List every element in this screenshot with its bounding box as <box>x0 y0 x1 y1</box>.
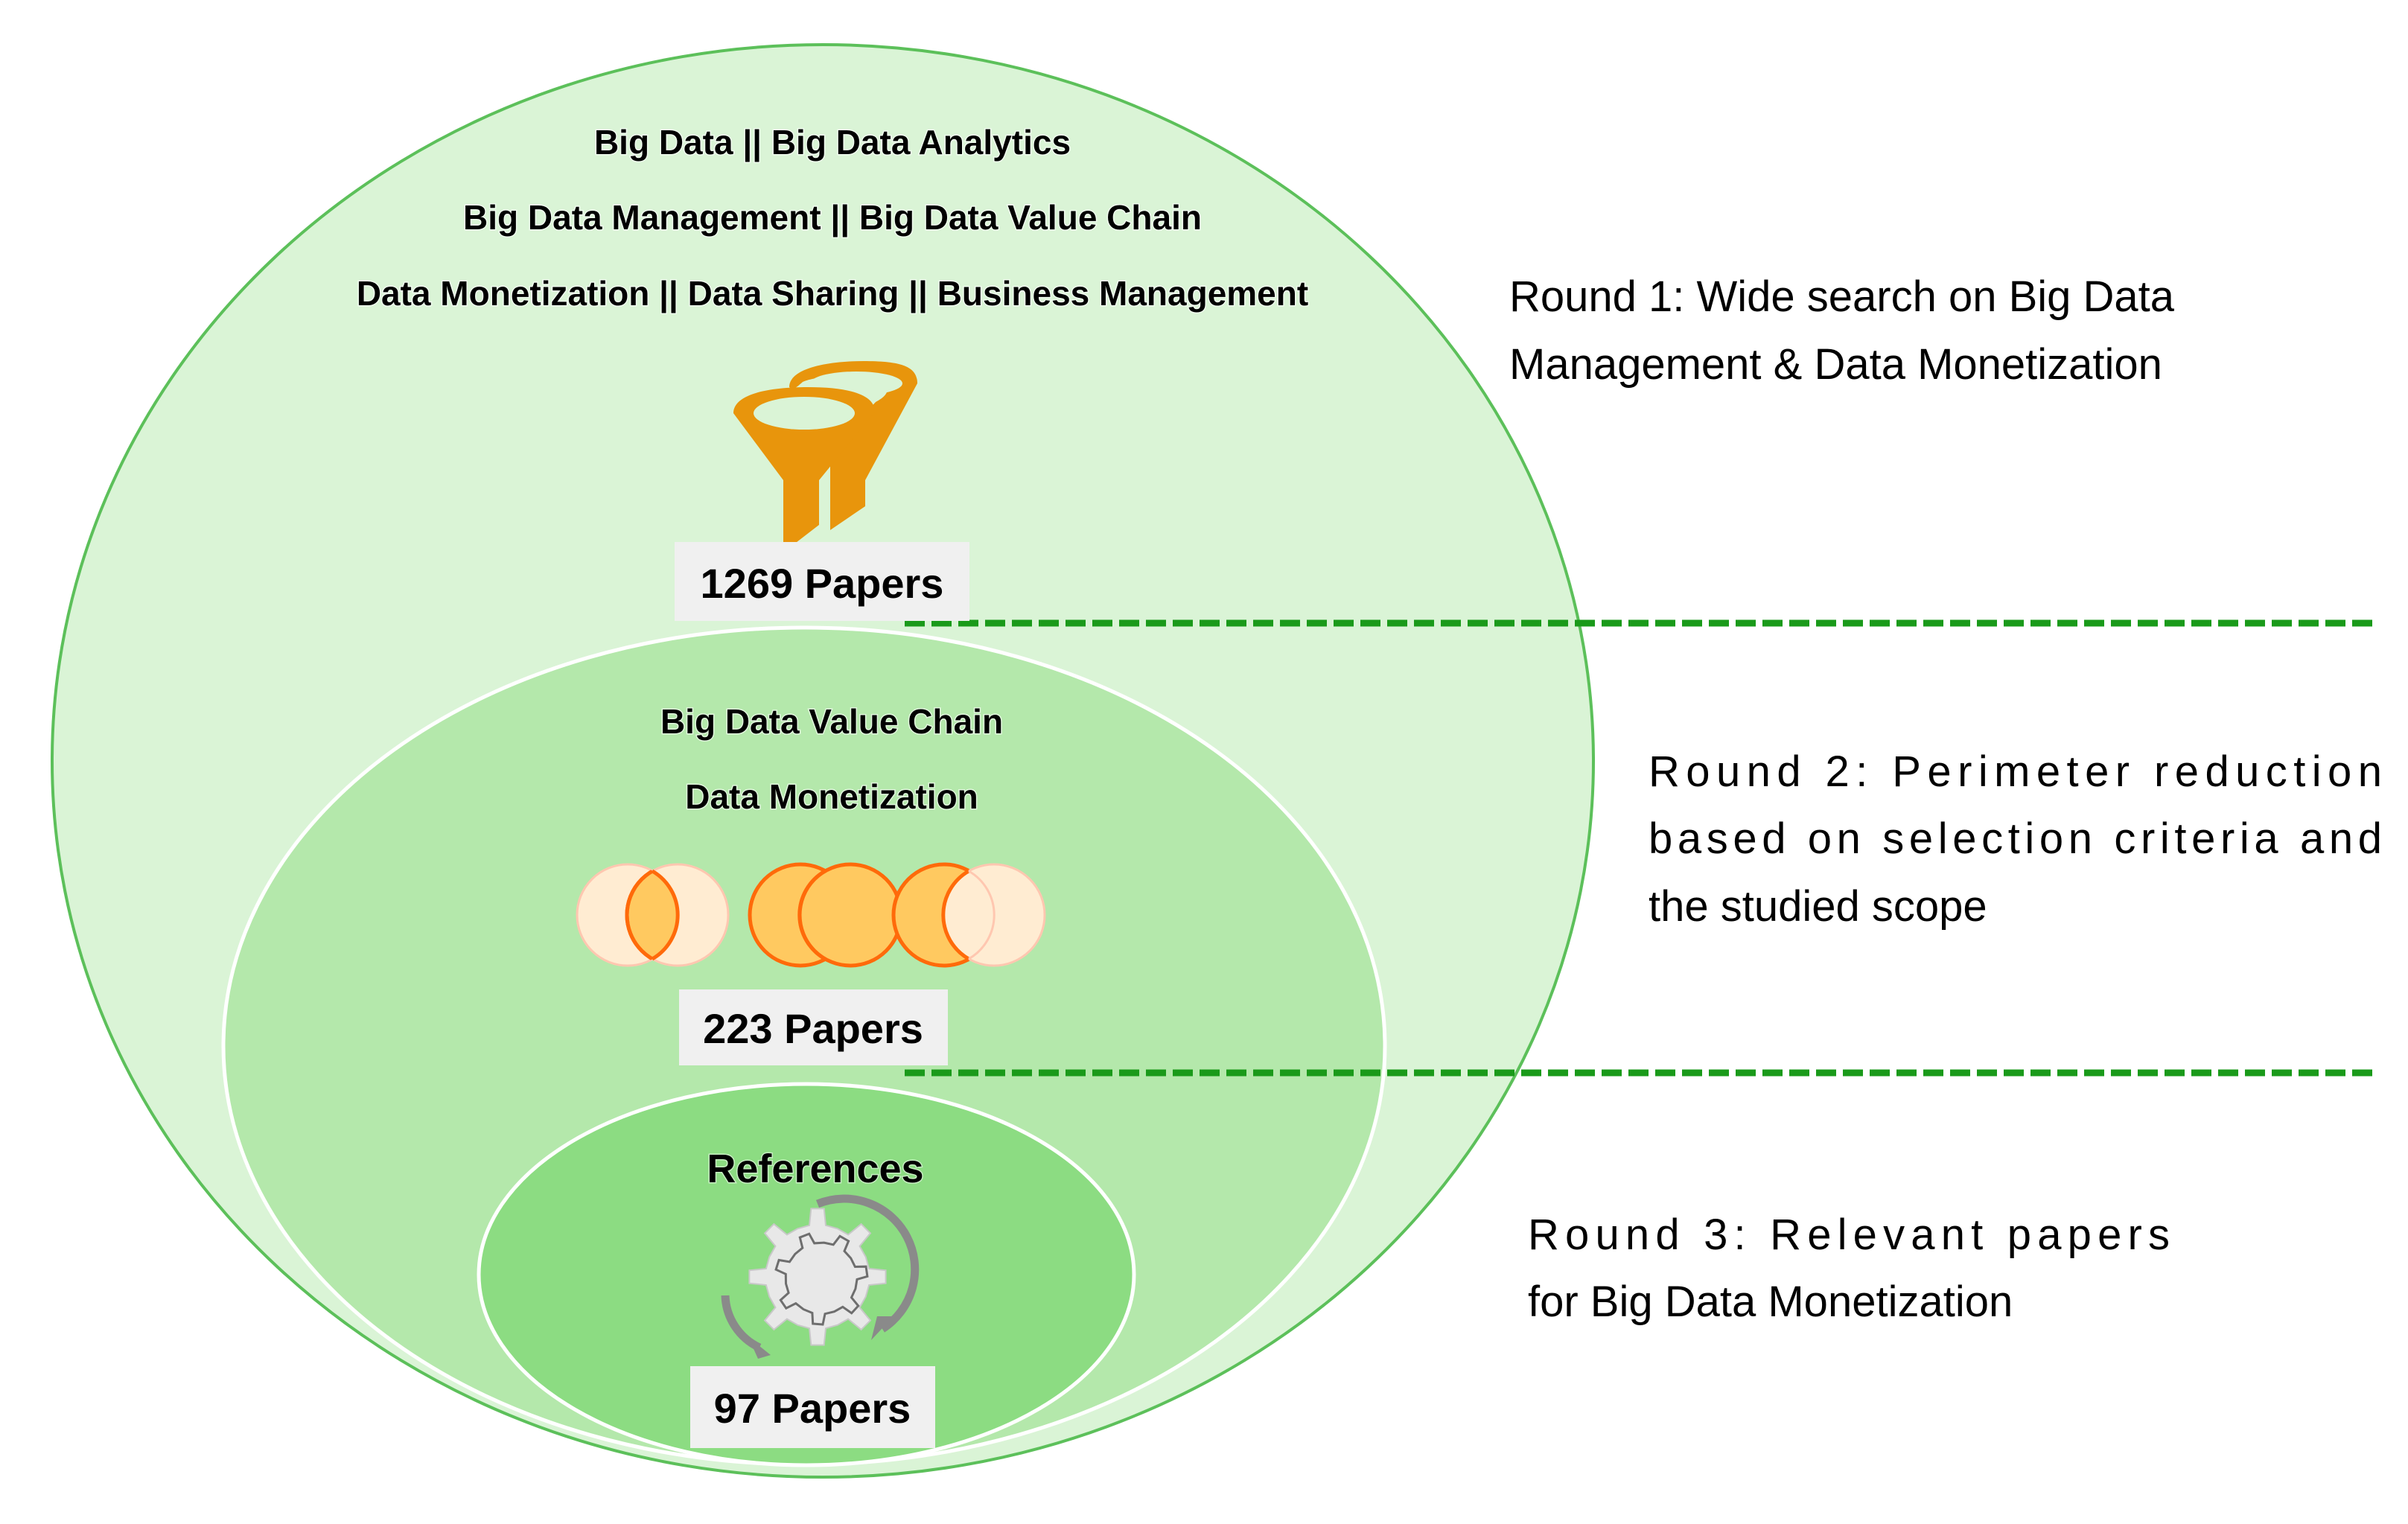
round3-count-label: 97 Papers <box>714 1385 911 1432</box>
round3-description: Round 3: Relevant papers for Big Data Mo… <box>1528 1211 2170 1326</box>
selection-diagram: Big Data || Big Data Analytics Big Data … <box>51 43 2382 1479</box>
round1-description: Round 1: Wide search on Big Data Managem… <box>1509 272 2175 389</box>
venn-intersection-icon <box>576 863 730 967</box>
round3-heading: References <box>707 1147 923 1191</box>
round1-keywords-line-2: Big Data Management || Big Data Value Ch… <box>463 198 1202 237</box>
round1-description-line-1: Round 1: Wide search on Big Data <box>1509 272 2175 321</box>
round2-count-badge: 223 Papers <box>679 989 948 1065</box>
round2-description-line-2: based on selection criteria and <box>1649 814 2382 863</box>
round3-description-line-2: for Big Data Monetization <box>1528 1278 2013 1326</box>
venn-union-icon <box>748 862 903 968</box>
gear-icon <box>748 1208 887 1346</box>
round1-description-line-2: Management & Data Monetization <box>1509 340 2162 389</box>
round1-keywords-line-3: Data Monetization || Data Sharing || Bus… <box>357 274 1308 313</box>
round2-description: Round 2: Perimeter reduction based on se… <box>1649 747 2382 931</box>
round2-keywords-line-2: Data Monetization <box>685 777 978 816</box>
round2-count-label: 223 Papers <box>703 1005 923 1052</box>
round2-description-line-1: Round 2: Perimeter reduction <box>1649 747 2382 796</box>
venn-difference-icon <box>891 862 1046 968</box>
round3-description-line-1: Round 3: Relevant papers <box>1528 1211 2170 1259</box>
round1-keywords-line-1: Big Data || Big Data Analytics <box>594 123 1071 162</box>
round2-keywords-line-1: Big Data Value Chain <box>660 702 1003 741</box>
round3-count-badge: 97 Papers <box>690 1366 935 1448</box>
round2-description-line-3: the studied scope <box>1649 882 1987 931</box>
round1-count-badge: 1269 Papers <box>675 542 969 621</box>
round1-count-label: 1269 Papers <box>701 560 944 607</box>
